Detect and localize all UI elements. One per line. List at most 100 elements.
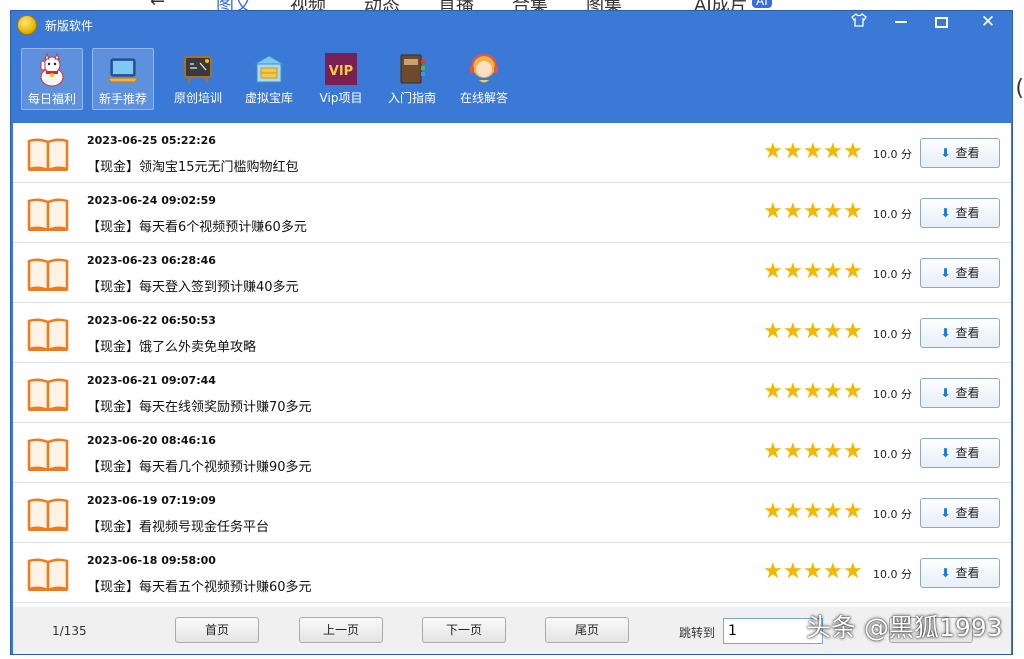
star-icon: ★ xyxy=(823,259,843,284)
view-button[interactable]: ⬇ 查看 xyxy=(920,498,1000,528)
item-title[interactable]: 【现金】每天看五个视频预计赚60多元 xyxy=(87,576,312,595)
star-icon: ★ xyxy=(823,139,843,164)
first-page-button[interactable]: 首页 xyxy=(175,617,259,643)
star-icon: ★ xyxy=(803,559,823,584)
list-item[interactable]: 2023-06-18 09:58:00 【现金】每天看五个视频预计赚60多元 ★★★… xyxy=(13,543,1011,603)
star-icon: ★ xyxy=(783,499,803,524)
list-item[interactable]: 2023-06-20 08:46:16 【现金】每天看几个视频预计赚90多元 ★★★… xyxy=(13,423,1011,483)
download-arrow-icon: ⬇ xyxy=(940,446,951,460)
item-date: 2023-06-23 06:28:46 xyxy=(87,254,216,267)
next-page-button[interactable]: 下一页 xyxy=(422,617,506,643)
item-title[interactable]: 【现金】领淘宝15元无门槛购物红包 xyxy=(87,156,299,175)
star-icon: ★ xyxy=(763,559,783,584)
star-icon: ★ xyxy=(763,259,783,284)
laptop-icon xyxy=(107,58,139,83)
item-title[interactable]: 【现金】每天看6个视频预计赚60多元 xyxy=(87,216,307,235)
list-item[interactable]: 2023-06-25 05:22:26 【现金】领淘宝15元无门槛购物红包 ★★★★… xyxy=(13,123,1011,183)
view-button-label: 查看 xyxy=(955,146,980,160)
star-icon: ★ xyxy=(763,379,783,404)
download-arrow-icon: ⬇ xyxy=(940,146,951,160)
view-button[interactable]: ⬇ 查看 xyxy=(920,318,1000,348)
page-indicator: 1/135 xyxy=(52,624,87,638)
shirt-icon[interactable] xyxy=(841,11,877,33)
maximize-icon xyxy=(934,17,948,28)
item-title[interactable]: 【现金】看视频号现金任务平台 xyxy=(87,516,269,535)
toolbar-newbie-recommend[interactable]: 新手推荐 xyxy=(92,48,154,110)
item-title[interactable]: 【现金】饿了么外卖免单攻略 xyxy=(87,336,256,355)
star-icon: ★ xyxy=(803,199,823,224)
toolbar-virtual-treasury[interactable]: 虚拟宝库 xyxy=(238,48,300,110)
toolbar-vip-project[interactable]: VIP Vip项目 xyxy=(310,48,372,110)
item-score: 10.0 分 xyxy=(873,328,912,341)
star-icon: ★ xyxy=(783,139,803,164)
minimize-button[interactable] xyxy=(883,11,919,33)
item-score: 10.0 分 xyxy=(873,388,912,401)
toolbar-original-training[interactable]: 原创培训 xyxy=(167,48,229,110)
bg-ai-badge: AI xyxy=(752,0,772,8)
star-icon: ★ xyxy=(783,259,803,284)
star-icon: ★ xyxy=(763,319,783,344)
toolbar-label: 在线解答 xyxy=(459,91,508,105)
vip-icon: VIP xyxy=(325,53,357,85)
chalkboard-icon xyxy=(184,56,212,84)
star-icon: ★ xyxy=(783,379,803,404)
toolbar-label: 虚拟宝库 xyxy=(244,91,293,105)
prev-page-button[interactable]: 上一页 xyxy=(299,617,383,643)
list-item[interactable]: 2023-06-24 09:02:59 【现金】每天看6个视频预计赚60多元 ★★★… xyxy=(13,183,1011,243)
item-date: 2023-06-25 05:22:26 xyxy=(87,134,216,147)
book-icon xyxy=(27,497,69,532)
toolbar-online-help[interactable]: 在线解答 xyxy=(453,48,515,110)
lucky-cat-icon xyxy=(40,53,64,87)
star-rating: ★★★★★ xyxy=(763,439,863,464)
star-rating: ★★★★★ xyxy=(763,319,863,344)
star-icon: ★ xyxy=(783,199,803,224)
star-icon: ★ xyxy=(823,499,843,524)
view-button-label: 查看 xyxy=(955,266,980,280)
view-button[interactable]: ⬇ 查看 xyxy=(920,558,1000,588)
support-agent-icon xyxy=(470,53,498,83)
star-icon: ★ xyxy=(823,439,843,464)
list-item[interactable]: 2023-06-21 09:07:44 【现金】每天在线领奖励预计赚70多元 ★★★… xyxy=(13,363,1011,423)
minimize-icon xyxy=(895,21,907,23)
star-icon: ★ xyxy=(803,319,823,344)
view-button[interactable]: ⬇ 查看 xyxy=(920,138,1000,168)
item-date: 2023-06-22 06:50:53 xyxy=(87,314,216,327)
view-button[interactable]: ⬇ 查看 xyxy=(920,438,1000,468)
toolbar-daily-welfare[interactable]: 每日福利 xyxy=(21,48,83,110)
book-icon xyxy=(27,437,69,472)
view-button-label: 查看 xyxy=(955,446,980,460)
view-button[interactable]: ⬇ 查看 xyxy=(920,198,1000,228)
star-icon: ★ xyxy=(763,499,783,524)
star-rating: ★★★★★ xyxy=(763,499,863,524)
list-item[interactable]: 2023-06-22 06:50:53 【现金】饿了么外卖免单攻略 ★★★★★ 10.… xyxy=(13,303,1011,363)
item-date: 2023-06-24 09:02:59 xyxy=(87,194,216,207)
star-icon: ★ xyxy=(823,199,843,224)
star-icon: ★ xyxy=(843,499,863,524)
treasure-house-icon xyxy=(253,55,285,83)
download-arrow-icon: ⬇ xyxy=(940,566,951,580)
star-icon: ★ xyxy=(843,319,863,344)
view-button[interactable]: ⬇ 查看 xyxy=(920,378,1000,408)
list-item[interactable]: 2023-06-19 07:19:09 【现金】看视频号现金任务平台 ★★★★★ 10… xyxy=(13,483,1011,543)
app-logo-icon xyxy=(17,15,37,35)
toolbar-label: Vip项目 xyxy=(319,91,363,105)
toolbar-label: 入门指南 xyxy=(387,91,436,105)
close-button[interactable]: ✕ xyxy=(966,11,1010,33)
star-icon: ★ xyxy=(843,559,863,584)
title-bar: 新版软件 ✕ xyxy=(11,11,1012,39)
download-arrow-icon: ⬇ xyxy=(940,206,951,220)
background-glyph: ( xyxy=(1015,76,1024,101)
star-icon: ★ xyxy=(803,499,823,524)
item-title[interactable]: 【现金】每天看几个视频预计赚90多元 xyxy=(87,456,312,475)
toolbar-getting-started[interactable]: 入门指南 xyxy=(381,48,443,110)
view-button[interactable]: ⬇ 查看 xyxy=(920,258,1000,288)
list-item[interactable]: 2023-06-23 06:28:46 【现金】每天登入签到预计赚40多元 ★★★★… xyxy=(13,243,1011,303)
last-page-button[interactable]: 尾页 xyxy=(545,617,629,643)
maximize-button[interactable] xyxy=(923,11,959,33)
star-icon: ★ xyxy=(763,439,783,464)
star-icon: ★ xyxy=(783,439,803,464)
item-title[interactable]: 【现金】每天登入签到预计赚40多元 xyxy=(87,276,299,295)
download-arrow-icon: ⬇ xyxy=(940,506,951,520)
jump-label: 跳转到 xyxy=(679,626,716,640)
item-title[interactable]: 【现金】每天在线领奖励预计赚70多元 xyxy=(87,396,312,415)
